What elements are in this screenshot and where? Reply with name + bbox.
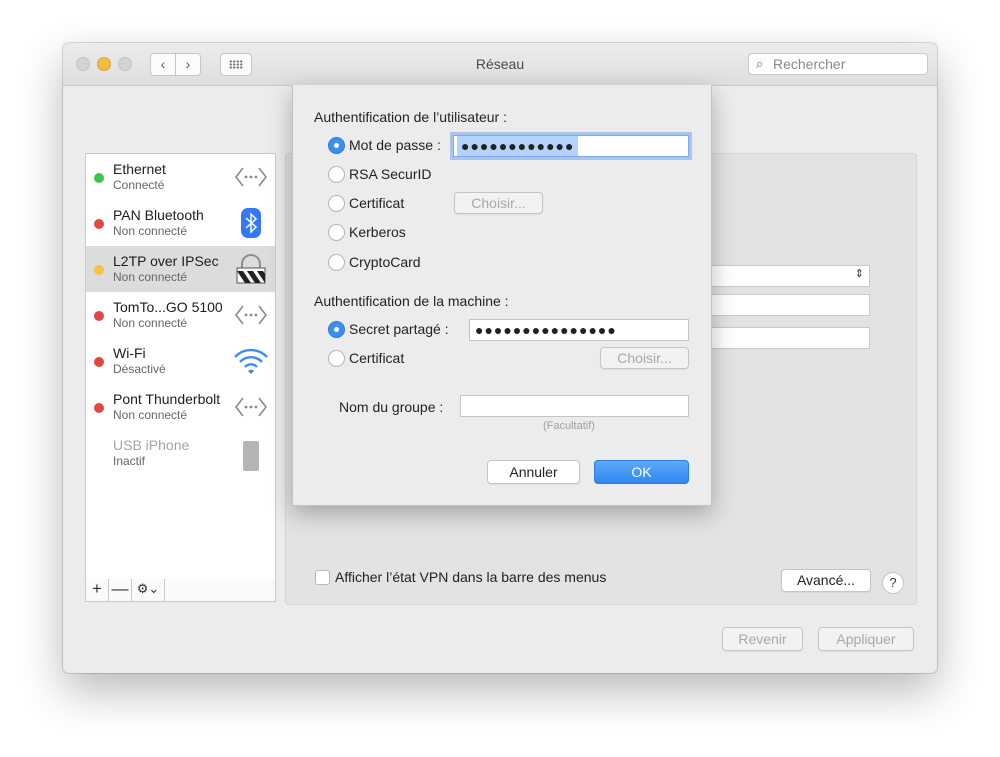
service-name: TomTo...GO 5100 [113,299,223,315]
popup-arrows-icon: ⇕ [854,268,864,280]
config-popup[interactable]: ⇕ [708,265,870,287]
ethernet-icon [234,167,268,187]
shared-secret-value: ●●●●●●●●●●●●●●● [475,322,617,338]
radio-shared-secret[interactable] [328,321,345,338]
ethernet-icon [234,397,268,417]
rsa-securid-label: RSA SecurID [349,166,432,182]
group-name-label: Nom du groupe : [339,399,444,415]
radio-password[interactable] [328,137,345,154]
service-status: Non connecté [113,224,188,238]
status-dot-red [94,219,104,229]
service-name: Wi-Fi [113,345,146,361]
service-status: Inactif [113,454,146,468]
user-certificate-choose-button[interactable]: Choisir... [454,192,543,214]
show-vpn-status-checkbox[interactable] [315,570,330,585]
service-name: USB iPhone [113,437,190,453]
status-dot-green [94,173,104,183]
cryptocard-label: CryptoCard [349,254,421,270]
service-usb-iphone[interactable]: USB iPhone Inactif [86,430,275,476]
service-status: Non connecté [113,316,188,330]
radio-cryptocard[interactable] [328,254,345,271]
search-icon: ⌕ [756,56,764,71]
password-value: ●●●●●●●●●●●● [457,136,579,156]
search-input[interactable]: ⌕ Rechercher [748,53,928,75]
machine-certificate-label: Certificat [349,350,405,366]
password-option-label: Mot de passe : [349,137,441,153]
service-name: Ethernet [113,161,166,177]
shared-secret-field[interactable]: ●●●●●●●●●●●●●●● [469,319,689,341]
shared-secret-label: Secret partagé : [349,321,449,337]
account-name-field[interactable] [708,327,870,349]
revert-button[interactable]: Revenir [722,627,803,651]
service-name: L2TP over IPSec [113,253,219,269]
service-l2tp-over-ipsec[interactable]: L2TP over IPSec Non connecté [86,246,275,292]
service-list: Ethernet Connecté PAN Bluetooth Non conn… [85,153,276,581]
ethernet-icon [234,305,268,325]
iphone-icon [243,441,259,471]
service-name: PAN Bluetooth [113,207,204,223]
service-wifi[interactable]: Wi-Fi Désactivé [86,338,275,384]
wifi-icon [234,348,268,374]
service-status: Non connecté [113,270,188,284]
status-dot-red [94,403,104,413]
status-dot-yellow [94,265,104,275]
radio-machine-certificate[interactable] [328,350,345,367]
remove-service-button[interactable]: — [109,579,132,601]
kerberos-label: Kerberos [349,224,406,240]
machine-certificate-choose-button[interactable]: Choisir... [600,347,689,369]
service-name: Pont Thunderbolt [113,391,221,407]
gear-icon: ⚙⌄ [136,581,160,596]
advanced-button[interactable]: Avancé... [781,569,871,592]
apply-button[interactable]: Appliquer [818,627,914,651]
show-vpn-status-label: Afficher l’état VPN dans la barre des me… [335,569,607,585]
radio-user-certificate[interactable] [328,195,345,212]
help-button[interactable]: ? [882,572,904,594]
service-tomtom-go[interactable]: TomTo...GO 5100 Non connecté [86,292,275,338]
server-address-field[interactable] [708,294,870,316]
title-bar: ‹ › Réseau ⌕ Rechercher [63,43,937,86]
service-thunderbolt-bridge[interactable]: Pont Thunderbolt Non connecté [86,384,275,430]
radio-rsa-securid[interactable] [328,166,345,183]
search-placeholder: Rechercher [773,56,846,72]
status-dot-red [94,311,104,321]
add-service-button[interactable]: + [86,579,109,601]
group-name-optional-hint: (Facultatif) [543,420,595,432]
service-status: Non connecté [113,408,188,422]
service-ethernet[interactable]: Ethernet Connecté [86,154,275,200]
machine-auth-title: Authentification de la machine : [314,293,509,309]
service-status: Connecté [113,178,165,192]
service-pan-bluetooth[interactable]: PAN Bluetooth Non connecté [86,200,275,246]
service-list-toolbar: + — ⚙⌄ [85,579,276,602]
ok-button[interactable]: OK [594,460,689,484]
status-dot-red [94,357,104,367]
authentication-settings-sheet: Authentification de l’utilisateur : Mot … [292,85,712,506]
user-certificate-label: Certificat [349,195,405,211]
radio-kerberos[interactable] [328,224,345,241]
service-actions-menu[interactable]: ⚙⌄ [132,579,165,601]
vpn-lock-icon [236,254,266,284]
password-field[interactable]: ●●●●●●●●●●●● [453,135,689,157]
group-name-input[interactable] [460,395,689,417]
user-auth-title: Authentification de l’utilisateur : [314,109,507,125]
service-status: Désactivé [113,362,166,376]
cancel-button[interactable]: Annuler [487,460,580,484]
bluetooth-icon [241,208,261,238]
